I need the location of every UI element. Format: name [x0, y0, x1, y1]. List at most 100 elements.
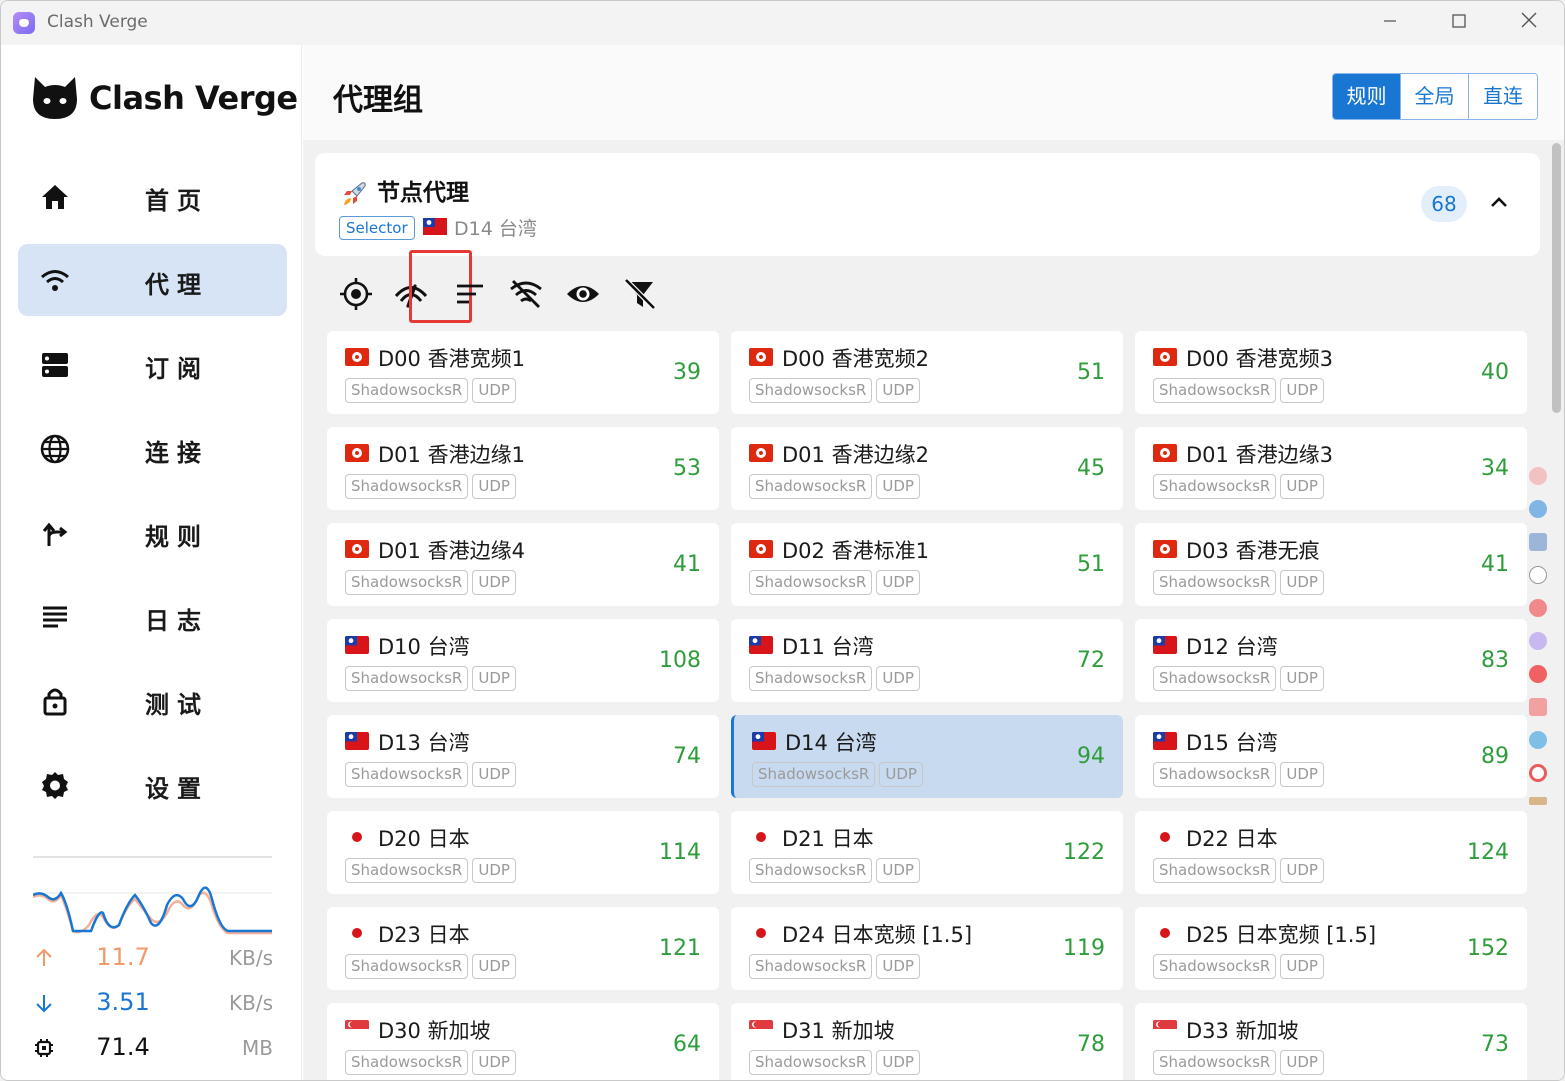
- proxy-node-card[interactable]: D02 香港标准1 ShadowsocksR UDP 51: [731, 523, 1123, 606]
- node-delay[interactable]: 39: [673, 360, 701, 385]
- udp-tag: UDP: [472, 570, 516, 595]
- proxy-node-card[interactable]: D12 台湾 ShadowsocksR UDP 83: [1135, 619, 1527, 702]
- proxy-node-card[interactable]: D14 台湾 ShadowsocksR UDP 94: [731, 715, 1123, 798]
- apple-mini-icon[interactable]: [1529, 599, 1547, 617]
- stripe-mini-icon[interactable]: [1529, 797, 1547, 805]
- target-mini-icon[interactable]: [1529, 764, 1547, 782]
- mode-direct-button[interactable]: 直连: [1469, 74, 1537, 119]
- m-mini-icon[interactable]: [1529, 566, 1547, 584]
- sidebar-item-lock[interactable]: 测试: [18, 664, 287, 736]
- globe-mini-icon[interactable]: [1529, 500, 1547, 518]
- node-delay[interactable]: 45: [1077, 456, 1105, 481]
- node-tags: ShadowsocksR UDP: [749, 858, 920, 883]
- titlebar: Clash Verge: [1, 1, 1564, 45]
- proxy-group-card[interactable]: 节点代理 Selector D14 台湾 68: [315, 153, 1540, 256]
- node-delay[interactable]: 41: [673, 552, 701, 577]
- sidebar-item-list[interactable]: 日志: [18, 580, 287, 652]
- proxy-node-card[interactable]: D01 香港边缘4 ShadowsocksR UDP 41: [327, 523, 719, 606]
- node-tags: ShadowsocksR UDP: [749, 666, 920, 691]
- diamond-mini-icon[interactable]: [1529, 632, 1547, 650]
- fish-mini-icon[interactable]: [1529, 731, 1547, 749]
- proxy-node-card[interactable]: D00 香港宽频2 ShadowsocksR UDP 51: [731, 331, 1123, 414]
- scrollbar[interactable]: [1550, 141, 1564, 1080]
- node-delay[interactable]: 51: [1077, 360, 1105, 385]
- proxy-node-card[interactable]: D30 新加坡 ShadowsocksR UDP 64: [327, 1003, 719, 1080]
- filter-off-button[interactable]: [617, 270, 663, 316]
- proxy-node-card[interactable]: D25 日本宽频 [1.5] ShadowsocksR UDP 152: [1135, 907, 1527, 990]
- locate-button[interactable]: [333, 270, 379, 316]
- proxy-node-card[interactable]: D00 香港宽频1 ShadowsocksR UDP 39: [327, 331, 719, 414]
- node-delay[interactable]: 78: [1077, 1032, 1105, 1057]
- udp-tag: UDP: [472, 762, 516, 787]
- megaphone-mini-icon[interactable]: [1529, 698, 1547, 716]
- proxy-node-card[interactable]: D21 日本 ShadowsocksR UDP 122: [731, 811, 1123, 894]
- node-delay[interactable]: 124: [1467, 840, 1509, 865]
- show-type-button[interactable]: [560, 270, 606, 316]
- node-delay[interactable]: 89: [1481, 744, 1509, 769]
- hong-kong-flag-icon: [1153, 444, 1177, 462]
- protocol-tag: ShadowsocksR: [749, 954, 873, 979]
- node-delay[interactable]: 152: [1467, 936, 1509, 961]
- proxy-node-card[interactable]: D13 台湾 ShadowsocksR UDP 74: [327, 715, 719, 798]
- node-delay[interactable]: 41: [1481, 552, 1509, 577]
- proxy-node-card[interactable]: D10 台湾 ShadowsocksR UDP 108: [327, 619, 719, 702]
- node-delay[interactable]: 108: [659, 648, 701, 673]
- record-mini-icon[interactable]: [1529, 665, 1547, 683]
- minimize-button[interactable]: [1367, 9, 1413, 39]
- node-delay[interactable]: 74: [673, 744, 701, 769]
- scrollbar-thumb[interactable]: [1552, 143, 1561, 413]
- node-delay[interactable]: 122: [1063, 840, 1105, 865]
- node-delay[interactable]: 34: [1481, 456, 1509, 481]
- close-button[interactable]: [1506, 9, 1552, 39]
- node-delay[interactable]: 53: [673, 456, 701, 481]
- proxy-node-card[interactable]: D31 新加坡 ShadowsocksR UDP 78: [731, 1003, 1123, 1080]
- sidebar-item-fork[interactable]: 规则: [18, 496, 287, 568]
- sidebar-item-globe[interactable]: 连接: [18, 412, 287, 484]
- group-title: 节点代理: [339, 173, 469, 208]
- sidebar-item-home[interactable]: 首页: [18, 160, 287, 232]
- node-name: D00 香港宽频2: [782, 347, 929, 371]
- node-delay[interactable]: 51: [1077, 552, 1105, 577]
- mode-global-button[interactable]: 全局: [1401, 74, 1469, 119]
- proxy-node-card[interactable]: D22 日本 ShadowsocksR UDP 124: [1135, 811, 1527, 894]
- proxy-node-card[interactable]: D01 香港边缘3 ShadowsocksR UDP 34: [1135, 427, 1527, 510]
- chevron-up-icon[interactable]: [1487, 191, 1511, 215]
- proxy-node-card[interactable]: D11 台湾 ShadowsocksR UDP 72: [731, 619, 1123, 702]
- proxy-node-card[interactable]: D24 日本宽频 [1.5] ShadowsocksR UDP 119: [731, 907, 1123, 990]
- sidebar-item-storage[interactable]: 订阅: [18, 328, 287, 400]
- mode-rule-button[interactable]: 规则: [1333, 74, 1401, 119]
- node-name: D15 台湾: [1186, 731, 1278, 755]
- japan-flag-icon: [1153, 828, 1177, 846]
- node-name: D13 台湾: [378, 731, 470, 755]
- node-delay[interactable]: 114: [659, 840, 701, 865]
- node-name: D30 新加坡: [378, 1019, 491, 1043]
- proxy-node-card[interactable]: D23 日本 ShadowsocksR UDP 121: [327, 907, 719, 990]
- sort-button[interactable]: [446, 270, 492, 316]
- node-delay[interactable]: 72: [1077, 648, 1105, 673]
- rocket-mini-icon[interactable]: [1529, 467, 1547, 485]
- node-delay[interactable]: 40: [1481, 360, 1509, 385]
- proxy-node-card[interactable]: D03 香港无痕 ShadowsocksR UDP 41: [1135, 523, 1527, 606]
- node-delay[interactable]: 119: [1063, 936, 1105, 961]
- taiwan-flag-icon: [345, 732, 369, 750]
- proxy-node-card[interactable]: D01 香港边缘2 ShadowsocksR UDP 45: [731, 427, 1123, 510]
- sidebar-item-wifi[interactable]: 代理: [18, 244, 287, 316]
- node-delay[interactable]: 83: [1481, 648, 1509, 673]
- hide-unavailable-button[interactable]: [503, 270, 549, 316]
- sidebar-item-gear[interactable]: 设置: [18, 748, 287, 820]
- node-delay[interactable]: 73: [1481, 1032, 1509, 1057]
- grid-mini-icon[interactable]: [1529, 533, 1547, 551]
- proxy-node-card[interactable]: D15 台湾 ShadowsocksR UDP 89: [1135, 715, 1527, 798]
- node-delay[interactable]: 121: [659, 936, 701, 961]
- proxy-node-card[interactable]: D33 新加坡 ShadowsocksR UDP 73: [1135, 1003, 1527, 1080]
- node-delay[interactable]: 64: [673, 1032, 701, 1057]
- proxy-node-card[interactable]: D01 香港边缘1 ShadowsocksR UDP 53: [327, 427, 719, 510]
- protocol-tag: ShadowsocksR: [345, 1050, 469, 1075]
- maximize-button[interactable]: [1436, 9, 1482, 39]
- node-tags: ShadowsocksR UDP: [345, 954, 516, 979]
- proxy-node-card[interactable]: D20 日本 ShadowsocksR UDP 114: [327, 811, 719, 894]
- proxy-node-card[interactable]: D00 香港宽频3 ShadowsocksR UDP 40: [1135, 331, 1527, 414]
- node-name: D33 新加坡: [1186, 1019, 1299, 1043]
- sidebar-item-label: 首页: [145, 187, 209, 215]
- node-delay[interactable]: 94: [1077, 744, 1105, 769]
